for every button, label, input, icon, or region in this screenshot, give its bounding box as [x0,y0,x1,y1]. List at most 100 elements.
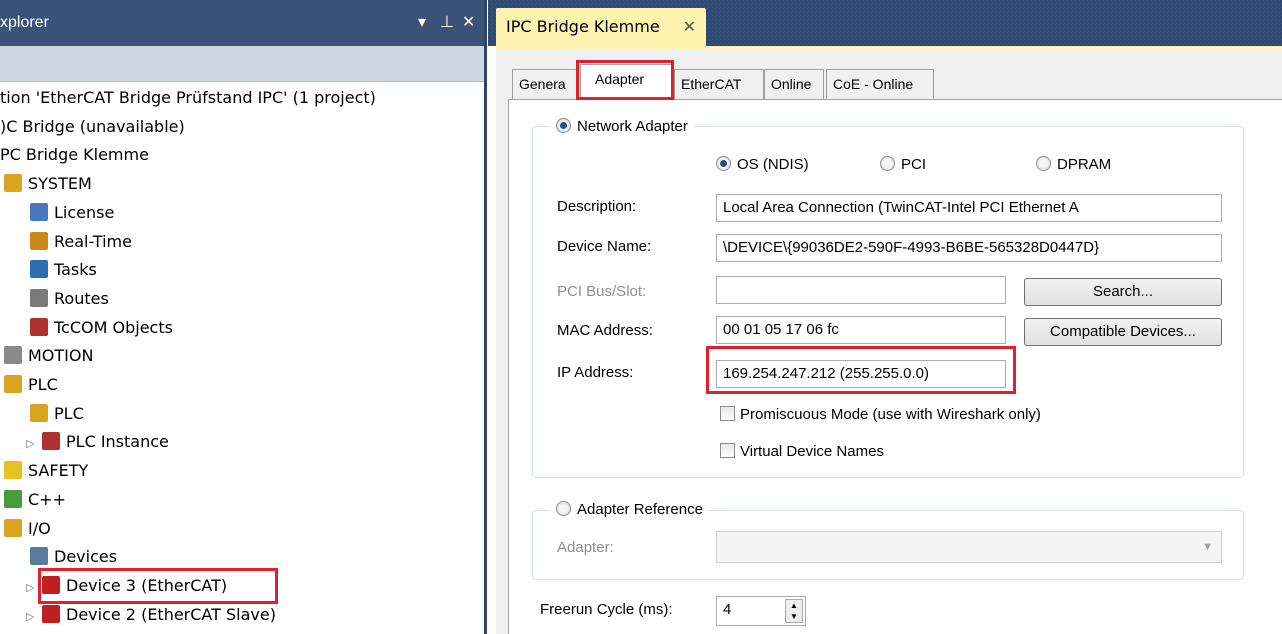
expand-icon[interactable]: ▷ [26,430,36,458]
search-button[interactable]: Search... [1024,278,1222,306]
routes-icon [30,288,48,307]
dropdown-icon[interactable]: ▾ [418,0,426,46]
pin-icon[interactable]: ⊥ [440,0,454,46]
tree-item[interactable]: C++ [4,486,66,514]
virtual-device-names-checkbox[interactable]: Virtual Device Names [720,443,884,460]
document-tab[interactable]: IPC Bridge Klemme ✕ [496,8,706,46]
tab-general[interactable]: Genera [512,69,578,99]
pci-bus-slot-field[interactable] [716,276,1006,304]
devices-icon [30,547,48,566]
explorer-splitter[interactable] [484,0,487,634]
pci-radio[interactable]: PCI [880,156,926,173]
system-icon [4,174,22,193]
tree-item[interactable]: PLC [4,371,58,399]
explorer-toolbar [0,46,487,82]
device-name-label: Device Name: [557,238,652,255]
io-icon [4,518,22,537]
cpp-icon [4,489,22,508]
promiscuous-mode-checkbox[interactable]: Promiscuous Mode (use with Wireshark onl… [720,406,1041,423]
tree-item-label: PC Bridge Klemme [0,145,149,165]
pci-bus-slot-label: PCI Bus/Slot: [557,283,647,300]
tree-item[interactable]: Routes [30,285,109,313]
tree-item-label: PLC [54,403,84,423]
tree-item-label: Routes [54,288,109,308]
tree-item[interactable]: ▷ Device 2 (EtherCAT Slave) [26,601,276,629]
tccom-icon [30,317,48,336]
compatible-devices-button[interactable]: Compatible Devices... [1024,318,1222,346]
tree-item[interactable]: Real-Time [30,228,132,256]
tab-adapter[interactable]: Adapter [580,64,672,100]
radio-empty-icon [556,501,571,516]
explorer-title: xplorer [0,14,49,31]
tree-item-label: License [54,202,115,222]
tree-item-label: SAFETY [28,461,89,481]
plc-project-icon [30,403,48,422]
os-ndis-radio[interactable]: OS (NDIS) [716,156,809,173]
tree-item-label: Devices [54,547,118,567]
device-name-field[interactable]: \DEVICE\{99036DE2-590F-4993-B6BE-565328D… [716,234,1222,262]
tree-item[interactable]: ▷ PLC Instance [26,428,169,456]
tree-item[interactable]: tion 'EtherCAT Bridge Prüfstand IPC' (1 … [0,84,376,112]
tab-online[interactable]: Online [764,69,824,99]
plc-instance-icon [42,432,60,451]
expand-icon[interactable]: ▷ [26,574,36,602]
network-adapter-radio[interactable]: Network Adapter [550,118,694,135]
tree-item-label: PLC [28,375,58,394]
tree-item[interactable]: )C Bridge (unavailable) [0,113,185,141]
tree-item-label: I/O [28,518,51,538]
tree-item[interactable]: I/O [4,515,51,543]
tree-item-label: PLC Instance [66,432,169,452]
spinner-arrows-icon[interactable]: ▲ ▼ [785,599,803,623]
solution-explorer: xplorer ▾ ⊥ ✕ tion 'EtherCAT Bridge Prüf… [0,0,487,634]
freerun-cycle-spinner[interactable]: 4 ▲ ▼ [716,596,806,626]
adapter-reference-radio[interactable]: Adapter Reference [550,501,709,518]
motion-icon [4,346,22,365]
tree-item[interactable]: SYSTEM [4,170,92,198]
tree-item[interactable]: SAFETY [4,457,88,485]
tree-item[interactable]: License [30,199,114,227]
mac-address-label: MAC Address: [557,322,653,339]
ip-address-field[interactable]: 169.254.247.212 (255.255.0.0) [716,360,1006,388]
tree-item-label: Real-Time [54,231,132,251]
safety-icon [4,461,22,480]
realtime-icon [30,231,48,250]
tasks-icon [30,260,48,279]
tree-item[interactable]: TcCOM Objects [30,314,173,342]
checkbox-empty-icon [720,443,735,458]
document-tab-title: IPC Bridge Klemme [506,17,660,36]
tree-item-label: tion 'EtherCAT Bridge Prüfstand IPC' (1 … [0,88,376,107]
dpram-radio[interactable]: DPRAM [1036,156,1111,173]
expand-icon[interactable]: ▷ [26,603,36,631]
explorer-title-bar: xplorer ▾ ⊥ ✕ [0,0,487,46]
tree-item-label: SYSTEM [28,174,92,194]
tree-item[interactable]: PC Bridge Klemme [0,141,149,169]
tab-coe-online[interactable]: CoE - Online [826,69,934,99]
tree-item[interactable]: MOTION [4,342,93,370]
license-icon [30,202,48,221]
description-field[interactable]: Local Area Connection (TwinCAT-Intel PCI… [716,194,1222,222]
tree-item-label: )C Bridge (unavailable) [0,116,185,136]
checkbox-empty-icon [720,406,735,421]
radio-selected-icon [556,118,571,133]
freerun-cycle-label: Freerun Cycle (ms): [540,601,673,618]
ip-address-label: IP Address: [557,364,634,381]
tree-item-label: C++ [28,489,66,509]
tab-ethercat[interactable]: EtherCAT [674,69,764,99]
mac-address-field[interactable]: 00 01 05 17 06 fc [716,316,1006,344]
tree-item[interactable]: PLC [30,400,84,428]
tree-item-label: TcCOM Objects [54,317,173,337]
ethercat-device-icon [42,575,60,594]
tree-item-label: Device 2 (EtherCAT Slave) [66,604,276,624]
description-label: Description: [557,198,637,215]
plc-folder-icon [4,375,22,393]
close-icon[interactable]: ✕ [683,8,696,46]
close-icon[interactable]: ✕ [462,0,475,46]
radio-selected-icon [716,156,731,171]
tree-item[interactable]: Devices [30,543,117,571]
tree-item[interactable]: Tasks [30,256,97,284]
tree-item[interactable]: ▷ Device 3 (EtherCAT) [26,572,227,600]
adapter-label: Adapter: [557,539,614,556]
ethercat-slave-icon [42,604,60,623]
radio-empty-icon [880,156,895,171]
adapter-select[interactable]: ▼ [716,531,1222,563]
